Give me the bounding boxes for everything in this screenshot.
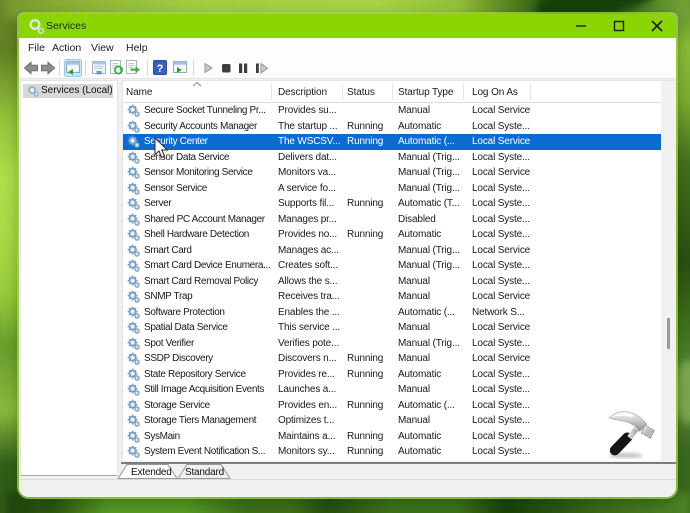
svg-text:Extended: Extended: [131, 467, 172, 478]
svg-text:Standard: Standard: [185, 467, 224, 478]
svg-text:?: ?: [157, 63, 164, 75]
